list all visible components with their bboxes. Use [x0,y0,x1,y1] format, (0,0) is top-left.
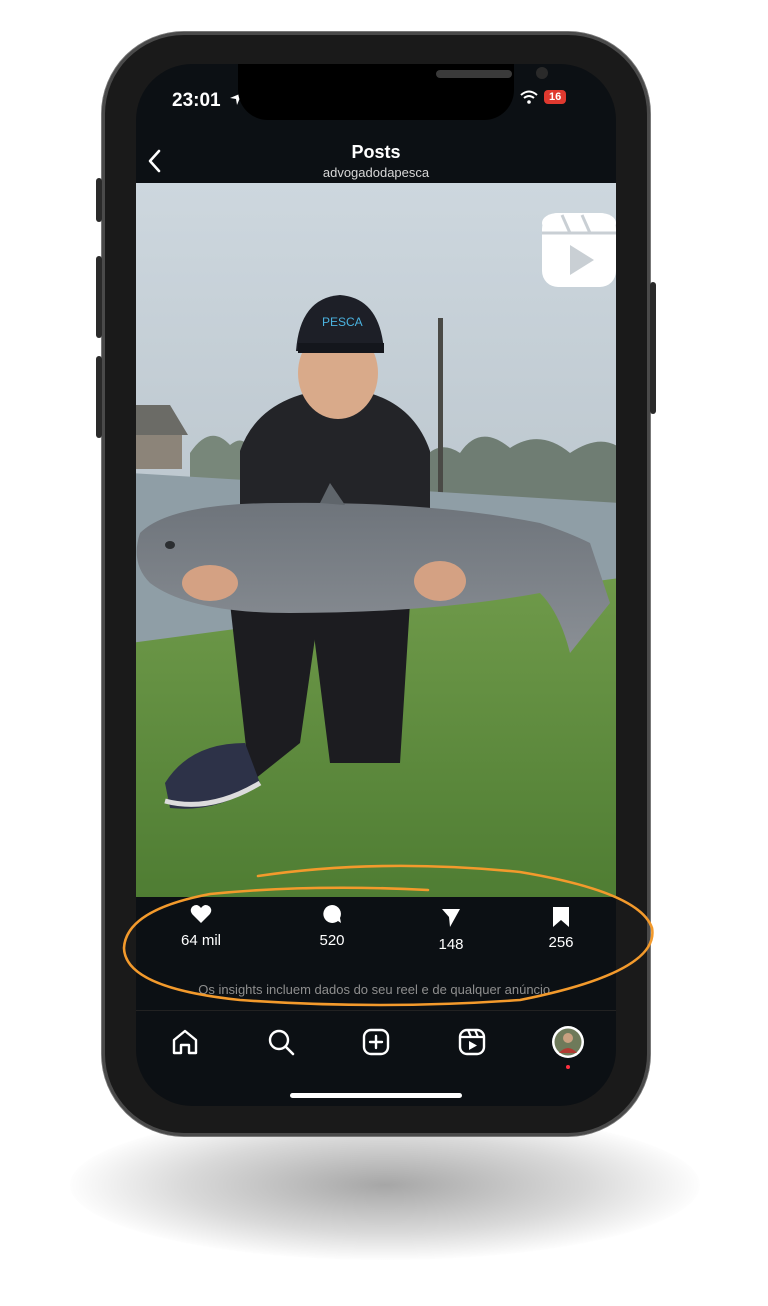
profile-avatar [552,1026,584,1058]
insights-note: Os insights incluem dados do seu reel e … [198,982,554,997]
earpiece-speaker [436,70,512,78]
battery-indicator: 16 [544,90,567,104]
bottom-tab-bar [136,1022,616,1069]
volume-down-button [96,356,102,438]
comment-bubble-icon [323,905,341,923]
mute-switch [96,178,102,222]
comments-count: 520 [319,932,345,949]
search-icon [268,1029,295,1056]
likes-count: 64 mil [180,932,221,949]
saves-count: 256 [548,934,574,951]
power-button [650,282,656,414]
home-icon [172,1029,198,1055]
username-link[interactable]: advogadodapesca [136,165,616,180]
home-indicator[interactable] [290,1093,462,1098]
post-stats: 64 mil 520 148 256 [136,904,616,974]
tab-profile[interactable] [548,1022,588,1062]
status-time: 23:01 [172,90,221,111]
notification-dot [566,1065,570,1069]
phone-notch [238,64,548,120]
front-camera [536,67,548,79]
post-photo[interactable]: PESCA [136,183,616,897]
comments-stat[interactable]: 520 [287,904,377,949]
volume-up-button [96,256,102,338]
phone-screen: 23:01 16 Posts advogadodapesca PESCA 64 … [136,64,616,1106]
likes-stat[interactable]: 64 mil [156,904,246,949]
shares-count: 148 [438,936,464,953]
wifi-icon [520,90,538,104]
page-title: Posts [351,142,401,162]
reels-badge-icon [542,213,616,287]
heart-icon [190,905,212,923]
share-paper-plane-icon [442,909,460,927]
saves-stat[interactable]: 256 [516,906,606,951]
tab-search[interactable] [261,1022,301,1062]
reels-icon [458,1028,486,1056]
create-icon [362,1028,390,1056]
cap-logo-text: PESCA [322,315,363,329]
tab-home[interactable] [165,1022,205,1062]
tab-create[interactable] [356,1022,396,1062]
fisherman-catfish-photo: PESCA [136,183,616,897]
tab-reels[interactable] [452,1022,492,1062]
tabbar-divider [136,1010,616,1011]
shares-stat[interactable]: 148 [406,908,496,953]
bookmark-icon [553,907,569,927]
